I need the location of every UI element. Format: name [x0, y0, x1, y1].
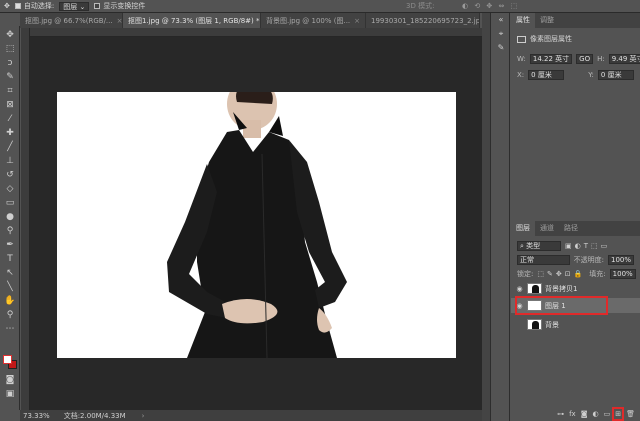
healing-brush-icon[interactable]: ✚: [4, 127, 16, 139]
history-panel-icon[interactable]: ⌖: [496, 29, 506, 39]
document-canvas[interactable]: [57, 92, 456, 358]
quick-select-tool-icon[interactable]: ✎: [4, 71, 16, 83]
auto-select-checkbox[interactable]: 自动选择:: [14, 1, 54, 11]
quick-mask-icon[interactable]: ◙: [4, 374, 16, 386]
gradient-tool-icon[interactable]: ▭: [4, 197, 16, 209]
layers-bottom-bar: ⊶ fx ◙ ◐ ▭ ⊞ 🗑: [511, 407, 640, 421]
dodge-tool-icon[interactable]: ⚲: [4, 225, 16, 237]
layer-row[interactable]: 背景: [511, 317, 640, 332]
close-icon[interactable]: ×: [117, 17, 122, 25]
adjustment-layer-icon[interactable]: ◐: [593, 410, 599, 418]
layer-thumbnail: [527, 319, 542, 330]
add-mask-icon[interactable]: ◙: [581, 410, 588, 418]
lock-icons[interactable]: ⬚✎✥⊡🔒: [537, 270, 585, 278]
lasso-tool-icon[interactable]: ↄ: [4, 57, 16, 69]
layer-kind-filter[interactable]: ⌕ 类型: [517, 241, 561, 251]
layer-filter-row: ⌕ 类型 ▣◐T⬚▭: [511, 239, 640, 253]
tab-document-1[interactable]: 抠图.jpg @ 66.7%(RGB/... ×: [20, 13, 123, 28]
opacity-field[interactable]: 100%: [607, 255, 634, 265]
vertical-ruler[interactable]: [21, 28, 30, 410]
size-row: W: 14.22 英寸 GO H: 9.49 英寸: [511, 52, 640, 66]
model-image: [167, 92, 347, 358]
zoom-level[interactable]: 73.33%: [23, 412, 50, 420]
panel-icon-strip: « ⌖ ✎: [490, 13, 510, 421]
marquee-tool-icon[interactable]: ⬚: [4, 43, 16, 55]
collapse-icon[interactable]: «: [496, 15, 506, 25]
screen-mode-icon[interactable]: ▣: [4, 388, 16, 400]
blend-row: 正常 不透明度: 100%: [511, 253, 640, 267]
properties-section-header: 像素图层属性: [511, 32, 640, 46]
tab-document-3[interactable]: 背景图.jpg @ 100% (图... ×: [261, 13, 366, 28]
layers-panel: 图层 通道 路径 ⌕ 类型 ▣◐T⬚▭ 正常 不透明度: 100% 锁定: ⬚✎…: [511, 221, 640, 421]
eraser-tool-icon[interactable]: ◇: [4, 183, 16, 195]
link-layers-icon[interactable]: ⊶: [557, 410, 564, 418]
width-field[interactable]: 14.22 英寸: [529, 54, 573, 64]
tab-layers[interactable]: 图层: [511, 221, 535, 236]
tab-properties[interactable]: 属性: [511, 13, 535, 28]
crop-tool-icon[interactable]: ⌗: [4, 85, 16, 97]
path-select-icon[interactable]: ↖: [4, 267, 16, 279]
brush-settings-icon[interactable]: ✎: [496, 43, 506, 53]
link-dimensions-button[interactable]: GO: [576, 54, 594, 64]
type-tool-icon[interactable]: T: [4, 253, 16, 265]
foreground-color-swatch[interactable]: [3, 355, 12, 364]
pen-tool-icon[interactable]: ✒: [4, 239, 16, 251]
tab-adjustments[interactable]: 调整: [535, 13, 559, 28]
document-tabs: 抠图.jpg @ 66.7%(RGB/... × 抠图1.jpg @ 73.3% …: [20, 13, 480, 28]
new-layer-button[interactable]: ⊞: [612, 407, 625, 421]
layer-thumbnail: [527, 283, 542, 294]
brush-tool-icon[interactable]: ╱: [4, 141, 16, 153]
pixel-layer-icon: [517, 35, 526, 43]
layer-highlight-box: [515, 296, 608, 315]
options-bar: ✥ 自动选择: 图层 ⌄ 显示变换控件 3D 模式: ◐ ⟲ ✥ ⇔ ⬚: [0, 0, 640, 13]
close-icon[interactable]: ×: [354, 17, 360, 25]
blend-mode-dropdown[interactable]: 正常: [517, 255, 570, 265]
move-tool-icon[interactable]: ✥: [4, 29, 16, 41]
properties-panel: 属性 调整 像素图层属性 W: 14.22 英寸 GO H: 9.49 英寸 X…: [511, 13, 640, 213]
fill-field[interactable]: 100%: [609, 269, 636, 279]
status-bar: 73.33% 文档:2.00M/4.33M ›: [20, 410, 482, 421]
3d-mode-icons[interactable]: ◐ ⟲ ✥ ⇔ ⬚: [462, 2, 519, 10]
eyedropper-tool-icon[interactable]: ⁄: [4, 113, 16, 125]
frame-tool-icon[interactable]: ⊠: [4, 99, 16, 111]
y-field[interactable]: 0 厘米: [597, 70, 634, 80]
height-field[interactable]: 9.49 英寸: [608, 54, 640, 64]
line-tool-icon[interactable]: ╲: [4, 281, 16, 293]
lock-row: 锁定: ⬚✎✥⊡🔒 填充: 100%: [511, 267, 640, 281]
filter-icons[interactable]: ▣◐T⬚▭: [565, 242, 610, 250]
layer-row[interactable]: ◉ 背景拷贝1: [511, 281, 640, 296]
show-transform-checkbox[interactable]: 显示变换控件: [94, 1, 145, 11]
mode-3d-label: 3D 模式:: [406, 2, 435, 10]
tab-channels[interactable]: 通道: [535, 221, 559, 236]
more-tools-icon[interactable]: ⋯: [4, 323, 16, 335]
checkbox-checked-icon: [14, 3, 21, 9]
clone-stamp-icon[interactable]: ⊥: [4, 155, 16, 167]
delete-layer-icon[interactable]: 🗑: [626, 410, 635, 418]
tab-document-2[interactable]: 抠图1.jpg @ 73.3% (图层 1, RGB/8#) *×: [123, 13, 261, 28]
move-tool-icon[interactable]: ✥: [4, 2, 10, 10]
tab-document-4[interactable]: 19930301_185220695723_2.jpg: [366, 13, 480, 28]
hand-tool-icon[interactable]: ✋: [4, 295, 16, 307]
status-menu-arrow-icon[interactable]: ›: [142, 412, 145, 420]
layers-tabs: 图层 通道 路径: [511, 221, 640, 236]
canvas-area[interactable]: [21, 28, 482, 410]
history-brush-icon[interactable]: ↺: [4, 169, 16, 181]
tools-panel: ✥ ⬚ ↄ ✎ ⌗ ⊠ ⁄ ✚ ╱ ⊥ ↺ ◇ ▭ ● ⚲ ✒ T ↖ ╲ ✋ …: [0, 26, 20, 410]
horizontal-ruler[interactable]: [21, 28, 482, 37]
fx-icon[interactable]: fx: [569, 410, 576, 418]
panel-gutter: [482, 13, 490, 421]
properties-tabs: 属性 调整: [511, 13, 640, 28]
auto-select-target-dropdown[interactable]: 图层 ⌄: [59, 1, 90, 11]
zoom-tool-icon[interactable]: ⚲: [4, 309, 16, 321]
new-group-icon[interactable]: ▭: [604, 410, 611, 418]
tab-paths[interactable]: 路径: [559, 221, 583, 236]
x-field[interactable]: 0 厘米: [528, 70, 565, 80]
blur-tool-icon[interactable]: ●: [4, 211, 16, 223]
position-row: X: 0 厘米 Y: 0 厘米: [511, 68, 640, 82]
document-size: 文档:2.00M/4.33M: [63, 411, 126, 420]
visibility-eye-icon[interactable]: ◉: [515, 285, 524, 293]
